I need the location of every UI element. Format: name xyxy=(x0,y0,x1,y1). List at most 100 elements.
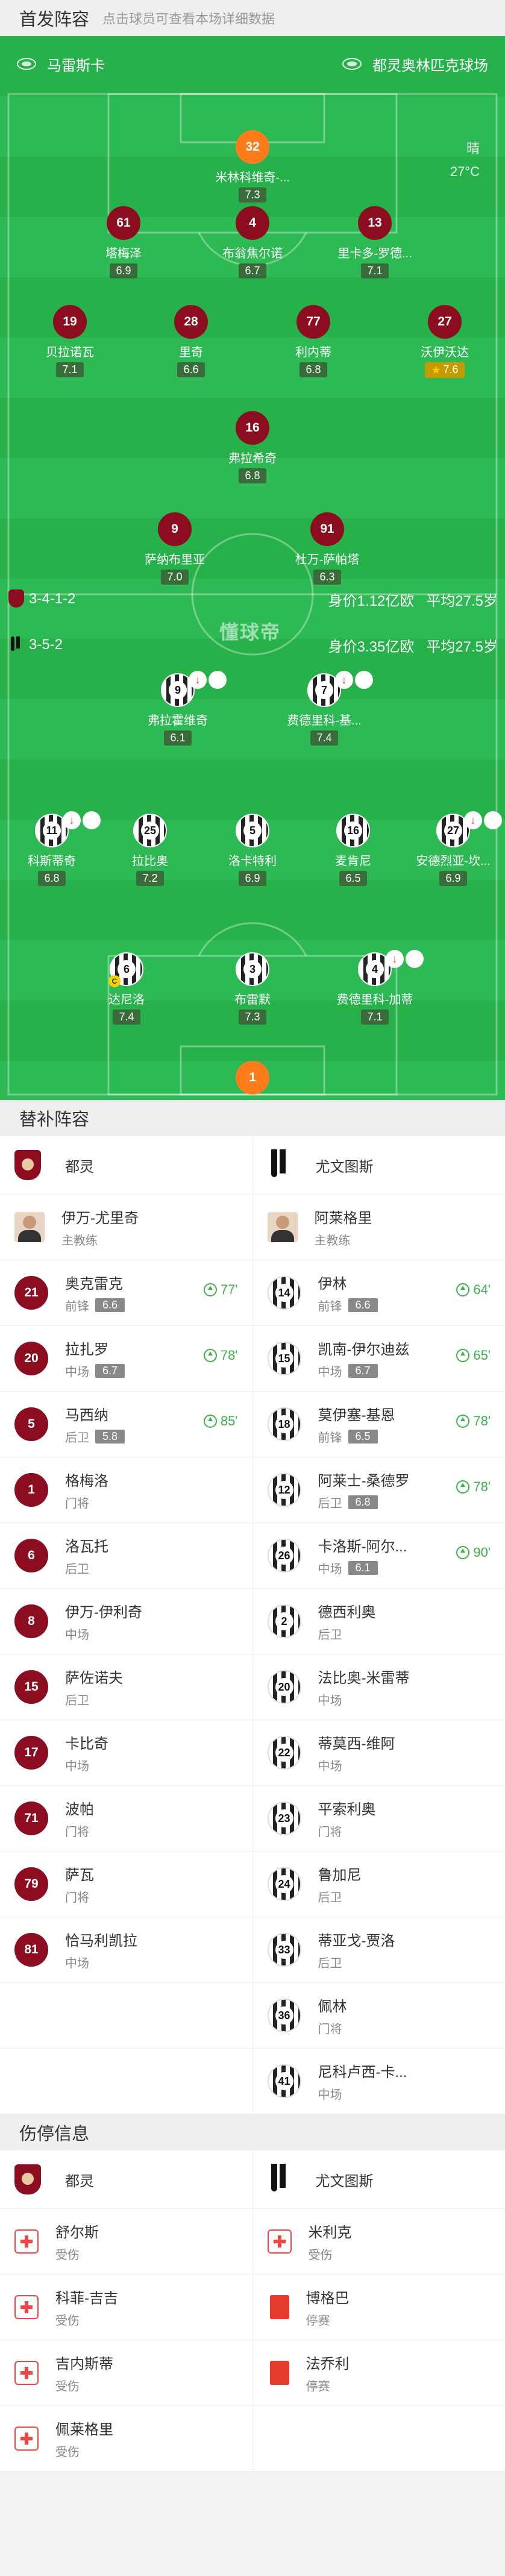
player-home[interactable]: 27 沃伊沃达 ★ 7.6 xyxy=(384,305,505,378)
player-rating: 7.4 xyxy=(310,730,338,746)
torino-crest-icon xyxy=(14,2164,41,2194)
injury-item[interactable]: 佩莱格里 受伤 xyxy=(0,2406,252,2471)
sub-player[interactable]: 21 奥克雷克 前锋 6.6 77' xyxy=(0,1260,252,1325)
sub-player[interactable]: 33 蒂亚戈-贾洛 后卫 xyxy=(252,1917,505,1982)
player-away[interactable]: 1什琴斯尼7.1 xyxy=(192,1061,313,1100)
home-team-name: 马雷斯卡 xyxy=(47,57,105,74)
rating-value: 6.9 xyxy=(445,872,461,884)
player-home[interactable]: 9 萨纳布里亚 7.0 xyxy=(114,512,235,585)
jersey-number: 1 xyxy=(236,1061,269,1095)
sub-player[interactable]: 24 鲁加尼 后卫 xyxy=(252,1852,505,1917)
player-rating: 7.1 xyxy=(361,263,389,278)
player-name: 什琴斯尼 xyxy=(192,1098,313,1100)
player-name: 阿莱士-桑德罗 xyxy=(318,1473,410,1489)
away-team-cell[interactable]: 尤文图斯 xyxy=(252,1136,505,1194)
home-team-cell[interactable]: 都灵 xyxy=(0,1136,252,1194)
player-name: 里奇 xyxy=(179,346,203,359)
sub-player[interactable]: 6 洛瓦托 后卫 xyxy=(0,1523,252,1588)
sub-up-icon xyxy=(456,1415,470,1428)
player-home[interactable]: 28 里奇 6.6 xyxy=(131,305,251,377)
jersey-number-text: 14 xyxy=(275,1284,293,1302)
away-coach[interactable]: 阿莱格里 主教练 xyxy=(252,1195,505,1260)
sub-down-icon: ↓ xyxy=(189,671,207,689)
sub-player[interactable]: 20 拉扎罗 中场 6.7 78' xyxy=(0,1326,252,1391)
lineup-header: 首发阵容 点击球员可查看本场详细数据 xyxy=(0,0,505,36)
sub-player[interactable]: 81 恰马利凯拉 中场 xyxy=(0,1917,252,1982)
sub-on-indicator: 77' xyxy=(203,1282,238,1298)
home-coach[interactable]: 伊万-尤里奇 主教练 xyxy=(0,1195,252,1260)
injuries-header: 伤停信息 xyxy=(0,2114,505,2150)
player-home[interactable]: 16 弗拉希奇 6.8 xyxy=(192,411,313,483)
sub-player[interactable]: 18 莫伊塞-基恩 前锋 6.5 78' xyxy=(252,1392,505,1457)
injury-item[interactable]: 科菲-吉吉 受伤 xyxy=(0,2275,252,2340)
player-away[interactable]: 27 ↓ 90' 安德烈亚-坎... 6.9 xyxy=(393,811,505,886)
sub-player[interactable]: 12 阿莱士-桑德罗 后卫 6.8 78' xyxy=(252,1457,505,1522)
sub-player[interactable]: 20 法比奥-米雷蒂 中场 xyxy=(252,1654,505,1720)
sub-player[interactable]: 5 马西纳 后卫 5.8 85' xyxy=(0,1392,252,1457)
position-text: 前锋 xyxy=(65,1300,89,1313)
sub-player[interactable]: 71 波帕 门将 xyxy=(0,1786,252,1851)
lineup-subtitle[interactable]: 点击球员可查看本场详细数据 xyxy=(102,8,275,28)
position-text: 中场 xyxy=(65,1760,89,1773)
jersey-number-text: 22 xyxy=(275,1744,293,1762)
jersey-number: 91 xyxy=(310,512,344,546)
sub-player[interactable]: 2 德西利奥 后卫 xyxy=(252,1589,505,1654)
player-home[interactable]: 13 里卡多-罗德... 7.1 xyxy=(315,206,435,278)
player-home[interactable]: 61 塔梅泽 6.9 xyxy=(63,206,184,278)
sub-player[interactable]: 17 卡比奇 中场 xyxy=(0,1720,252,1785)
player-home[interactable]: 19 贝拉诺瓦 7.1 xyxy=(10,305,130,377)
position-text: 前锋 xyxy=(318,1300,342,1313)
player-away[interactable]: 4 ↓ 78' 费德里科-加蒂 7.1 xyxy=(315,950,435,1025)
sub-player[interactable]: 15 萨佐诺夫 后卫 xyxy=(0,1654,252,1720)
sub-minute: 85' xyxy=(220,1413,238,1428)
player-away[interactable]: 3 布雷默 7.3 xyxy=(192,952,313,1025)
player-home[interactable]: 77 利内蒂 6.8 xyxy=(253,305,374,377)
sub-minute: 77' xyxy=(220,1282,238,1297)
jersey-number: 11 ↓ 64' xyxy=(35,811,101,847)
player-home[interactable]: 91 杜万-萨帕塔 6.3 xyxy=(267,512,387,585)
jersey-number: 9 ↓ 78' xyxy=(161,671,227,707)
home-team-cell[interactable]: 都灵 xyxy=(0,2150,252,2208)
position-text: 中场 xyxy=(65,1366,89,1379)
sub-player[interactable]: 14 伊林 前锋 6.6 64' xyxy=(252,1260,505,1325)
player-position: 后卫 xyxy=(65,1691,123,1708)
player-away[interactable]: 9 ↓ 78' 弗拉霍维奇 6.1 xyxy=(118,671,238,746)
away-team-cell[interactable]: 尤文图斯 xyxy=(252,2150,505,2208)
sub-player[interactable]: 36 佩林 门将 xyxy=(252,1983,505,2048)
position-text: 中场 xyxy=(318,1366,342,1379)
jersey-number: 28 xyxy=(174,305,208,339)
sub-player[interactable]: 23 平索利奥 门将 xyxy=(252,1786,505,1851)
sub-player[interactable]: 22 蒂莫西-维阿 中场 xyxy=(252,1720,505,1785)
jersey-number: 16 xyxy=(236,411,269,445)
injury-item[interactable]: 米利克 受伤 xyxy=(252,2209,505,2274)
player-rating: 6.9 xyxy=(439,871,467,886)
player-name: 萨佐诺夫 xyxy=(65,1670,123,1686)
player-name: 弗拉希奇 xyxy=(228,452,277,465)
injury-item[interactable]: 博格巴 停赛 xyxy=(252,2275,505,2340)
sub-player[interactable]: 1 格梅洛 门将 xyxy=(0,1457,252,1522)
jersey-number: 8 xyxy=(14,1604,48,1638)
medical-cross-icon xyxy=(14,2361,39,2385)
player-name: 卡比奇 xyxy=(65,1736,108,1752)
torino-crest-icon xyxy=(14,1150,41,1180)
player-home[interactable]: 4 布翁焦尔诺 6.7 xyxy=(192,206,313,278)
player-name: 莫伊塞-基恩 xyxy=(318,1407,395,1424)
rating-value: 6.6 xyxy=(183,363,199,375)
injury-item[interactable]: 吉内斯蒂 受伤 xyxy=(0,2340,252,2405)
sub-player[interactable]: 8 伊万-伊利奇 中场 xyxy=(0,1589,252,1654)
sub-player[interactable]: 41 尼科卢西-卡... 中场 xyxy=(252,2049,505,2114)
jersey-number-text: 23 xyxy=(275,1809,293,1827)
player-away[interactable]: 6 C 达尼洛 7.4 xyxy=(66,952,187,1025)
player-position: 后卫 xyxy=(318,1888,362,1905)
injury-item[interactable]: 舒尔斯 受伤 xyxy=(0,2209,252,2274)
player-position: 前锋 6.6 xyxy=(318,1296,378,1314)
sub-player[interactable]: 79 萨瓦 门将 xyxy=(0,1852,252,1917)
player-position: 门将 xyxy=(65,1822,94,1839)
team-bar: 马雷斯卡 都灵奥林匹克球场 xyxy=(0,52,505,76)
player-home[interactable]: 32 米林科维奇-... 7.3 xyxy=(192,130,313,203)
jersey-number: 20 xyxy=(14,1342,48,1375)
injury-item[interactable]: 法乔利 停赛 xyxy=(252,2340,505,2405)
player-away[interactable]: 7 ↓ 65' 费德里科-基... 7.4 xyxy=(264,671,384,746)
sub-player[interactable]: 26 卡洛斯-阿尔... 中场 6.1 90' xyxy=(252,1523,505,1588)
sub-player[interactable]: 15 凯南-伊尔迪兹 中场 6.7 65' xyxy=(252,1326,505,1391)
